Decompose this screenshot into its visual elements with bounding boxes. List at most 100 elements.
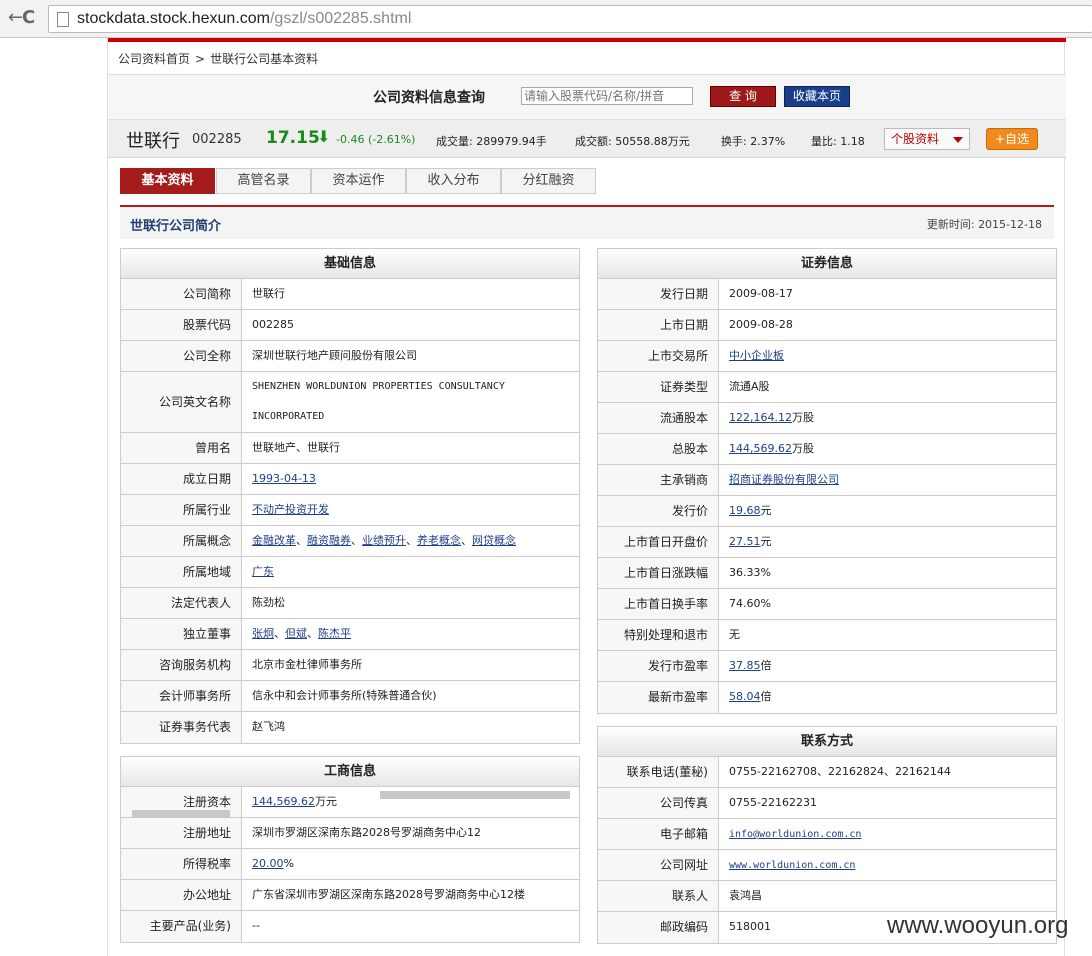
- commerce-info-header: 工商信息: [121, 757, 579, 787]
- turnover-label: 换手:: [721, 135, 747, 148]
- securities-info-header: 证券信息: [598, 249, 1056, 279]
- address-url[interactable]: stockdata.stock.hexun.com/gszl/s002285.s…: [77, 10, 411, 28]
- underwriter-link[interactable]: 招商证券股份有限公司: [729, 473, 839, 486]
- breadcrumb-current: 世联行公司基本资料: [210, 52, 319, 66]
- founded-date-link[interactable]: 1993-04-13: [252, 472, 316, 485]
- address-bar[interactable]: stockdata.stock.hexun.com/gszl/s002285.s…: [48, 5, 1092, 33]
- row-label: 电子邮箱: [598, 819, 719, 849]
- issue-pe-link[interactable]: 37.85: [729, 659, 761, 672]
- query-title: 公司资料信息查询: [373, 90, 485, 106]
- down-arrow-icon: ⬇: [317, 127, 331, 146]
- row-value: info@worldunion.com.cn: [719, 819, 1056, 849]
- total-shares-link[interactable]: 144,569.62: [729, 442, 792, 455]
- tax-rate-link[interactable]: 20.00: [252, 857, 284, 870]
- table-row: 证券事务代表 赵飞鸿: [121, 712, 579, 743]
- row-label: 股票代码: [121, 310, 242, 340]
- unit: 元: [760, 535, 772, 548]
- exchange-link[interactable]: 中小企业板: [729, 349, 784, 362]
- contact-info-header: 联系方式: [598, 727, 1056, 757]
- bookmark-button[interactable]: 收藏本页: [784, 86, 850, 107]
- table-row: 咨询服务机构 北京市金杜律师事务所: [121, 650, 579, 681]
- row-value: SHENZHEN WORLDUNION PROPERTIES CONSULTAN…: [252, 381, 505, 422]
- row-value: 袁鸿昌: [729, 889, 762, 902]
- stock-code: 002285: [192, 132, 242, 147]
- row-label: 总股本: [598, 434, 719, 464]
- row-label: 证券类型: [598, 372, 719, 402]
- ratio-value: 1.18: [840, 135, 865, 148]
- row-value: 赵飞鸿: [252, 720, 285, 733]
- tab-executives[interactable]: 高管名录: [216, 168, 311, 194]
- breadcrumb-home-link[interactable]: 公司资料首页: [118, 52, 190, 66]
- tab-capital-ops[interactable]: 资本运作: [311, 168, 406, 194]
- unit: 倍: [760, 690, 772, 703]
- table-row: 证券类型 流通A股: [598, 372, 1056, 403]
- table-row: 公司简称 世联行: [121, 279, 579, 310]
- url-path: /gszl/s002285.shtml: [269, 10, 412, 27]
- row-value: --: [252, 919, 260, 932]
- row-value: 世联地产、世联行: [252, 441, 340, 454]
- tab-revenue[interactable]: 收入分布: [406, 168, 501, 194]
- reg-capital-link[interactable]: 144,569.62: [252, 795, 315, 808]
- profile-dropdown[interactable]: 个股资料: [884, 128, 970, 150]
- stock-search-input[interactable]: [521, 87, 693, 105]
- table-row: 发行价 19.68元: [598, 496, 1056, 527]
- row-value: 无: [729, 628, 740, 641]
- table-row: 电子邮箱 info@worldunion.com.cn: [598, 819, 1056, 850]
- stock-price: 17.15: [266, 128, 320, 148]
- latest-pe-link[interactable]: 58.04: [729, 690, 761, 703]
- row-label: 发行价: [598, 496, 719, 526]
- back-arrow-icon[interactable]: ←: [8, 8, 23, 28]
- table-row: 独立董事 张炯、但斌、陈杰平: [121, 619, 579, 650]
- row-label: 上市首日涨跌幅: [598, 558, 719, 588]
- row-value: 2009-08-28: [729, 318, 793, 331]
- row-label: 发行市盈率: [598, 651, 719, 681]
- intro-bar: 世联行公司简介 更新时间: 2015-12-18: [120, 207, 1054, 239]
- row-value: 0755-22162708、22162824、22162144: [729, 765, 951, 778]
- concept-link[interactable]: 养老概念: [417, 534, 461, 547]
- row-value: 中小企业板: [719, 341, 1056, 371]
- region-link[interactable]: 广东: [252, 565, 274, 578]
- row-label: 独立董事: [121, 619, 242, 649]
- row-label: 邮政编码: [598, 912, 719, 943]
- tab-basic-info[interactable]: 基本资料: [120, 168, 215, 194]
- row-value: 深圳市罗湖区深南东路2028号罗湖商务中心12: [252, 826, 481, 839]
- concept-link[interactable]: 业绩预升: [362, 534, 406, 547]
- row-value: 1993-04-13: [242, 464, 579, 494]
- add-watchlist-button[interactable]: +自选: [986, 128, 1038, 150]
- director-link[interactable]: 张炯: [252, 627, 274, 640]
- tab-dividends[interactable]: 分红融资: [501, 168, 596, 194]
- breadcrumb: 公司资料首页 > 世联行公司基本资料: [118, 50, 318, 67]
- caret-down-icon: [953, 137, 963, 143]
- unit: 万股: [791, 411, 814, 424]
- float-shares-link[interactable]: 122,164.12: [729, 411, 792, 424]
- table-row: 特别处理和退市无: [598, 620, 1056, 651]
- row-label: 特别处理和退市: [598, 620, 719, 650]
- row-label: 上市首日换手率: [598, 589, 719, 619]
- concept-link[interactable]: 金融改革: [252, 534, 296, 547]
- table-row: 公司传真 0755-22162231: [598, 788, 1056, 819]
- open-price-link[interactable]: 27.51: [729, 535, 761, 548]
- row-value: 36.33%: [729, 566, 771, 579]
- updated-value: 2015-12-18: [978, 218, 1042, 231]
- website-link[interactable]: www.worldunion.com.cn: [729, 860, 855, 871]
- row-value: 世联行: [252, 287, 285, 300]
- reload-icon[interactable]: C: [22, 8, 35, 28]
- industry-link[interactable]: 不动产投资开发: [252, 503, 329, 516]
- table-row: 上市首日开盘价 27.51元: [598, 527, 1056, 558]
- email-link[interactable]: info@worldunion.com.cn: [729, 829, 861, 840]
- concept-link[interactable]: 网贷概念: [472, 534, 516, 547]
- issue-price-link[interactable]: 19.68: [729, 504, 761, 517]
- profile-dropdown-label: 个股资料: [891, 132, 940, 146]
- concept-link[interactable]: 融资融券: [307, 534, 351, 547]
- search-button[interactable]: 查 询: [710, 86, 776, 107]
- table-row: 主要产品(业务) --: [121, 911, 579, 942]
- table-row: 主承销商 招商证券股份有限公司: [598, 465, 1056, 496]
- url-host: stockdata.stock.hexun.com: [77, 10, 270, 27]
- row-value: 20.00%: [242, 849, 579, 879]
- row-value: 37.85倍: [719, 651, 1056, 681]
- director-link[interactable]: 但斌: [285, 627, 307, 640]
- director-link[interactable]: 陈杰平: [318, 627, 351, 640]
- unit: 万股: [791, 442, 814, 455]
- row-label: 所属地域: [121, 557, 242, 587]
- breadcrumb-sep: >: [195, 52, 206, 66]
